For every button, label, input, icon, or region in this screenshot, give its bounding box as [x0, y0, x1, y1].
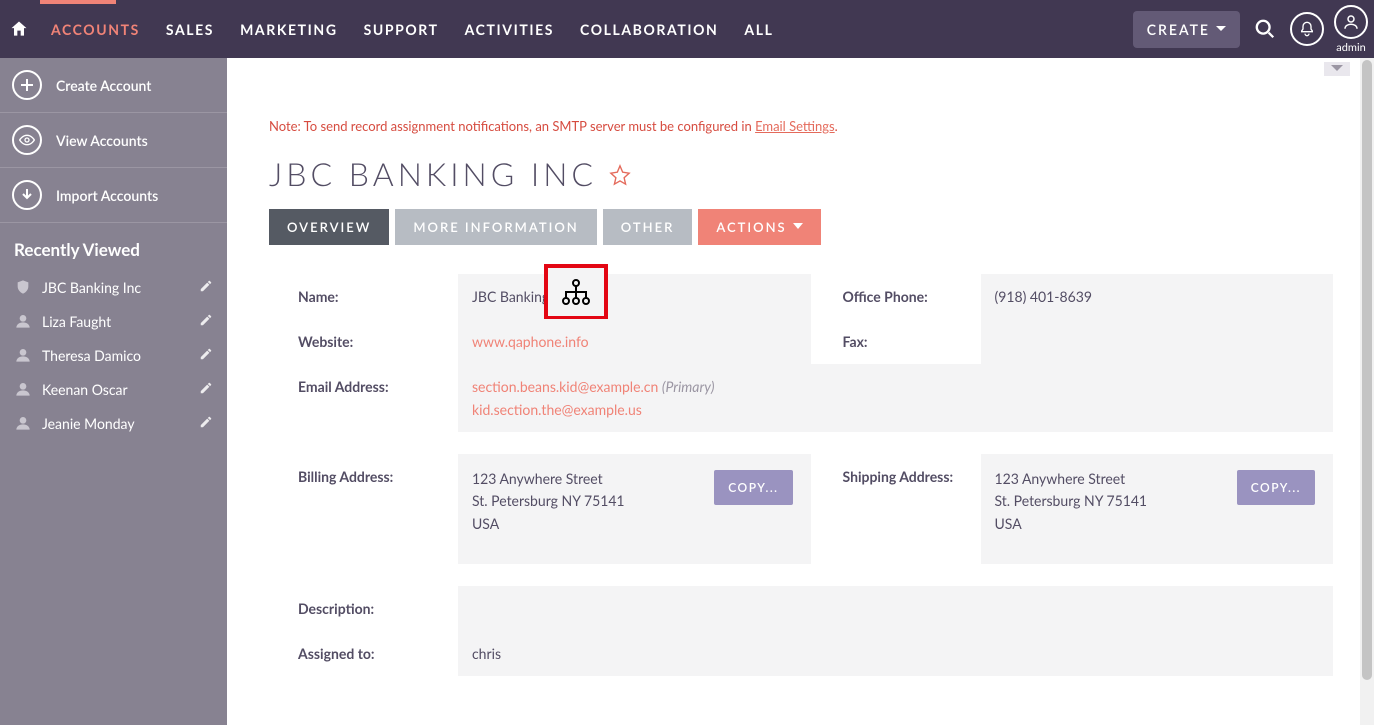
topbar-right: CREATE admin [1133, 5, 1374, 54]
recently-viewed-heading: Recently Viewed [0, 223, 227, 270]
shield-icon [14, 278, 32, 296]
detail-tabs: OVERVIEW MORE INFORMATION OTHER ACTIONS [269, 209, 1362, 245]
recent-item[interactable]: JBC Banking Inc [0, 270, 227, 304]
create-label: CREATE [1147, 21, 1210, 38]
nav-sales[interactable]: SALES [153, 0, 227, 58]
fax-label: Fax: [811, 319, 981, 364]
sidebar: Create Account View Accounts Import Acco… [0, 58, 227, 725]
plus-circle-icon [12, 70, 42, 100]
email-primary-link[interactable]: section.beans.kid@example.cn [472, 378, 658, 395]
vertical-scrollbar[interactable] [1360, 58, 1374, 725]
page-title-text: JBC BANKING INC [269, 154, 597, 193]
download-circle-icon [12, 180, 42, 210]
search-icon[interactable] [1250, 14, 1280, 44]
nav-items: ACCOUNTS SALES MARKETING SUPPORT ACTIVIT… [38, 0, 786, 58]
assigned-value[interactable]: chris [458, 631, 1333, 676]
name-value[interactable]: JBC Banking Inc [458, 274, 811, 319]
tab-more-information[interactable]: MORE INFORMATION [395, 209, 596, 245]
email-settings-link[interactable]: Email Settings [755, 118, 835, 134]
user-menu[interactable]: admin [1334, 5, 1368, 54]
website-label: Website: [298, 319, 458, 364]
email-primary-note: (Primary) [662, 378, 715, 395]
billing-line3: USA [472, 513, 797, 535]
notifications-icon[interactable] [1290, 12, 1324, 46]
nav-all[interactable]: ALL [731, 0, 786, 58]
sidebar-view-label: View Accounts [56, 132, 148, 149]
recent-item[interactable]: Jeanie Monday [0, 406, 227, 440]
email-value[interactable]: section.beans.kid@example.cn (Primary) k… [458, 364, 1333, 432]
billing-copy-button[interactable]: COPY... [714, 470, 792, 505]
main-content: Note: To send record assignment notifica… [227, 58, 1374, 725]
nav-accounts[interactable]: ACCOUNTS [38, 0, 153, 58]
recent-label: Theresa Damico [42, 347, 189, 364]
shipping-label: Shipping Address: [811, 454, 981, 564]
smtp-note: Note: To send record assignment notifica… [269, 68, 1362, 148]
pencil-icon[interactable] [199, 347, 213, 364]
description-value[interactable] [458, 586, 1333, 631]
assigned-label: Assigned to: [298, 631, 458, 676]
shipping-value[interactable]: 123 Anywhere Street St. Petersburg NY 75… [981, 454, 1334, 564]
office-phone-value[interactable]: (918) 401-8639 [981, 274, 1334, 319]
overview-panel: Name: JBC Banking Inc [269, 245, 1362, 697]
note-prefix: Note: To send record assignment notifica… [269, 118, 755, 134]
nav-activities[interactable]: ACTIVITIES [452, 0, 567, 58]
recent-label: Jeanie Monday [42, 415, 189, 432]
pencil-icon[interactable] [199, 279, 213, 296]
user-avatar-icon [1334, 5, 1368, 39]
org-chart-highlight [544, 264, 608, 320]
shipping-line3: USA [995, 513, 1320, 535]
billing-label: Billing Address: [298, 454, 458, 564]
user-label: admin [1336, 41, 1365, 54]
recent-item[interactable]: Keenan Oscar [0, 372, 227, 406]
website-value[interactable]: www.qaphone.info [458, 319, 811, 364]
sidebar-view-accounts[interactable]: View Accounts [0, 113, 227, 168]
office-phone-label: Office Phone: [811, 274, 981, 319]
chevron-down-icon [1216, 24, 1226, 34]
person-icon [14, 312, 32, 330]
top-nav: ACCOUNTS SALES MARKETING SUPPORT ACTIVIT… [0, 0, 1374, 58]
recent-label: JBC Banking Inc [42, 279, 189, 296]
shipping-copy-button[interactable]: COPY... [1237, 470, 1315, 505]
recent-label: Keenan Oscar [42, 381, 189, 398]
sidebar-import-label: Import Accounts [56, 187, 158, 204]
scrollbar-thumb[interactable] [1362, 60, 1372, 680]
name-label: Name: [298, 274, 458, 319]
fax-value[interactable] [981, 319, 1334, 364]
tab-actions-label: ACTIONS [716, 219, 786, 235]
org-chart-icon[interactable] [560, 277, 592, 307]
office-phone-text: (918) 401-8639 [995, 288, 1092, 305]
recent-label: Liza Faught [42, 313, 189, 330]
person-icon [14, 380, 32, 398]
tab-overview[interactable]: OVERVIEW [269, 209, 389, 245]
billing-value[interactable]: 123 Anywhere Street St. Petersburg NY 75… [458, 454, 811, 564]
pencil-icon[interactable] [199, 415, 213, 432]
person-icon [14, 414, 32, 432]
nav-marketing[interactable]: MARKETING [227, 0, 351, 58]
sidebar-create-label: Create Account [56, 77, 151, 94]
nav-support[interactable]: SUPPORT [351, 0, 452, 58]
assigned-text: chris [472, 645, 501, 662]
description-label: Description: [298, 586, 458, 631]
sidebar-import-accounts[interactable]: Import Accounts [0, 168, 227, 223]
favorite-star-icon[interactable] [609, 154, 631, 193]
person-icon [14, 346, 32, 364]
email-label: Email Address: [298, 364, 458, 432]
nav-collaboration[interactable]: COLLABORATION [567, 0, 731, 58]
recent-item[interactable]: Theresa Damico [0, 338, 227, 372]
recent-item[interactable]: Liza Faught [0, 304, 227, 338]
home-icon[interactable] [0, 19, 38, 39]
website-link[interactable]: www.qaphone.info [472, 333, 589, 350]
note-suffix: . [835, 118, 838, 134]
create-button[interactable]: CREATE [1133, 11, 1240, 48]
email-secondary-link[interactable]: kid.section.the@example.us [472, 401, 642, 418]
page-title: JBC BANKING INC [269, 148, 1362, 209]
chevron-down-icon [793, 223, 803, 231]
sidebar-create-account[interactable]: Create Account [0, 58, 227, 113]
pencil-icon[interactable] [199, 381, 213, 398]
pencil-icon[interactable] [199, 313, 213, 330]
tab-actions[interactable]: ACTIONS [698, 209, 820, 245]
tab-other[interactable]: OTHER [603, 209, 693, 245]
panel-collapse-toggle[interactable] [1324, 62, 1350, 76]
eye-circle-icon [12, 125, 42, 155]
